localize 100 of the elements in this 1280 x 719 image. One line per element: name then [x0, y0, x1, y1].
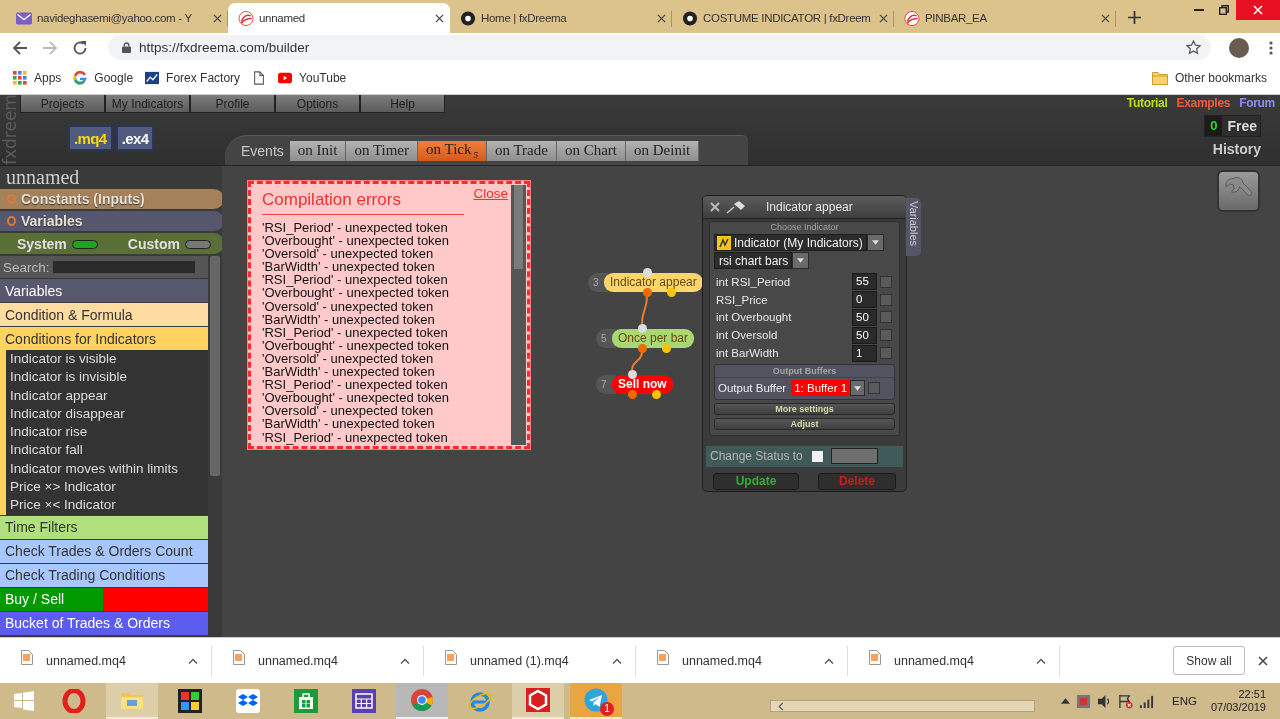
history-link[interactable]: History	[1212, 141, 1261, 157]
reload-icon[interactable]	[72, 39, 88, 56]
browser-tab[interactable]: Home | fxDreema	[450, 3, 672, 33]
scrollbar[interactable]	[770, 700, 1035, 712]
category-item[interactable]: Check Trades & Orders Count	[0, 539, 208, 563]
tray-app-icon[interactable]	[1076, 693, 1091, 709]
node-label[interactable]: Sell now	[612, 375, 673, 394]
avatar-icon[interactable]	[1229, 37, 1249, 58]
taskbar-app[interactable]	[512, 683, 564, 719]
checkbox[interactable]	[868, 382, 881, 395]
format-button[interactable]: .ex4	[115, 125, 155, 151]
toggle-switch[interactable]	[71, 240, 98, 249]
close-icon[interactable]	[435, 13, 444, 23]
scrollbar[interactable]	[511, 185, 526, 445]
browser-tab[interactable]: unnamed	[228, 3, 450, 33]
close-icon[interactable]	[1101, 13, 1110, 23]
port-icon[interactable]	[652, 390, 661, 399]
browser-tab[interactable]: PINBAR_EA	[894, 3, 1116, 33]
category-item[interactable]: Check Trading Conditions	[0, 563, 208, 587]
header-link[interactable]: Examples	[1176, 96, 1231, 110]
category-item[interactable]: Variables	[0, 279, 208, 302]
block-item[interactable]: Price ×> Indicator	[6, 478, 208, 497]
caret-up-icon[interactable]	[1061, 698, 1070, 704]
event-tab[interactable]: on Chart	[556, 140, 626, 161]
event-tab[interactable]: on Init	[289, 140, 347, 161]
browser-tab[interactable]: COSTUME INDICATOR | fxDreem	[672, 3, 894, 33]
download-item[interactable]: unnamed.mq4	[0, 645, 212, 676]
flag-icon[interactable]	[1118, 693, 1133, 709]
block-item[interactable]: Indicator moves within limits	[6, 459, 208, 479]
scrollbar-thumb[interactable]	[210, 256, 220, 476]
block-item[interactable]: Price ×< Indicator	[6, 496, 208, 515]
header-link[interactable]: Tutorial	[1126, 96, 1168, 110]
block-item[interactable]: Indicator rise	[6, 423, 208, 442]
parameter-field[interactable]: 50	[852, 326, 877, 344]
event-tab[interactable]: on Deinit	[626, 140, 700, 161]
parameter-field[interactable]: 55	[852, 273, 877, 291]
indicator-select[interactable]: rsi chart bars	[714, 252, 793, 269]
menu-icon[interactable]	[1269, 40, 1273, 55]
status-field[interactable]	[830, 448, 878, 465]
block-item[interactable]: Indicator is invisible	[6, 368, 208, 387]
header-link[interactable]: Forum	[1239, 96, 1275, 110]
download-item[interactable]: unnamed.mq4	[848, 645, 1060, 676]
show-all-button[interactable]: Show all	[1173, 646, 1245, 675]
toggle-switch[interactable]	[184, 240, 211, 249]
block-item[interactable]: Indicator fall	[6, 441, 208, 460]
bookmark[interactable]: Google	[73, 71, 134, 85]
category-item[interactable]: Conditions for Indicators	[0, 327, 208, 350]
scrollbar-thumb[interactable]	[514, 185, 523, 269]
checkbox[interactable]	[880, 293, 892, 306]
dropdown-button[interactable]	[850, 380, 866, 397]
checkbox[interactable]	[880, 275, 892, 288]
bookmark[interactable]: Apps	[13, 71, 62, 85]
indicator-source-select[interactable]: Indicator (My Indicators)	[714, 234, 867, 251]
bookmark[interactable]: YouTube	[278, 71, 347, 85]
block-item[interactable]: Indicator disappear	[6, 404, 208, 424]
checkbox[interactable]	[880, 347, 892, 360]
download-item[interactable]: unnamed.mq4	[636, 645, 848, 676]
chevron-left-icon[interactable]	[778, 701, 784, 711]
close-icon[interactable]	[213, 13, 222, 23]
node-label[interactable]: Indicator appear	[604, 273, 703, 292]
parameter-field[interactable]: 50	[852, 309, 877, 326]
more-settings-button[interactable]: More settings	[714, 403, 895, 415]
port-icon[interactable]	[637, 324, 647, 333]
side-tab[interactable]: Variables	[906, 198, 921, 256]
port-icon[interactable]	[642, 268, 652, 277]
update-button[interactable]: Update	[713, 473, 799, 490]
category-item[interactable]: Buy / Sell	[0, 587, 208, 611]
close-icon[interactable]	[710, 202, 720, 212]
block-item[interactable]: Indicator appear	[6, 386, 208, 405]
browser-tab[interactable]: navideghasemi@yahoo.com - Y	[6, 3, 228, 33]
section-bar[interactable]: Variables	[0, 211, 222, 231]
bookmark[interactable]: Forex Factory	[145, 71, 241, 85]
checkbox[interactable]	[880, 311, 892, 324]
category-item[interactable]: Bucket of Trades & Orders	[0, 611, 208, 635]
back-arrow-icon[interactable]	[12, 39, 28, 56]
download-item[interactable]: unnamed.mq4	[212, 645, 424, 676]
signal-icon[interactable]	[1139, 693, 1154, 709]
caret-up-icon[interactable]	[612, 657, 622, 664]
search-field[interactable]	[52, 261, 195, 273]
dropdown-button[interactable]	[792, 252, 810, 269]
buffer-select[interactable]: 1: Buffer 1	[791, 380, 851, 397]
caret-up-icon[interactable]	[400, 657, 410, 664]
close-icon[interactable]	[1258, 655, 1268, 666]
port-icon[interactable]	[627, 390, 637, 399]
event-tab[interactable]: on Tick$_{5}$	[418, 140, 487, 161]
port-icon[interactable]	[662, 344, 671, 353]
port-icon[interactable]	[627, 370, 637, 379]
download-item[interactable]: unnamed (1).mq4	[424, 645, 636, 676]
node-label[interactable]: Once per bar	[612, 329, 695, 348]
event-tab[interactable]: on Timer	[346, 140, 418, 161]
adjust-button[interactable]: Adjust	[714, 418, 895, 430]
category-item[interactable]: Condition & Formula	[0, 303, 208, 326]
port-icon[interactable]	[637, 344, 647, 353]
close-icon[interactable]	[879, 13, 888, 23]
pin-icon[interactable]	[726, 200, 746, 214]
parameter-field[interactable]: 1	[852, 344, 877, 362]
star-icon[interactable]	[1186, 40, 1201, 55]
category-item[interactable]: Time Filters	[0, 515, 208, 539]
taskbar-app[interactable]: 1	[570, 683, 622, 719]
tools-button[interactable]	[1217, 170, 1260, 212]
